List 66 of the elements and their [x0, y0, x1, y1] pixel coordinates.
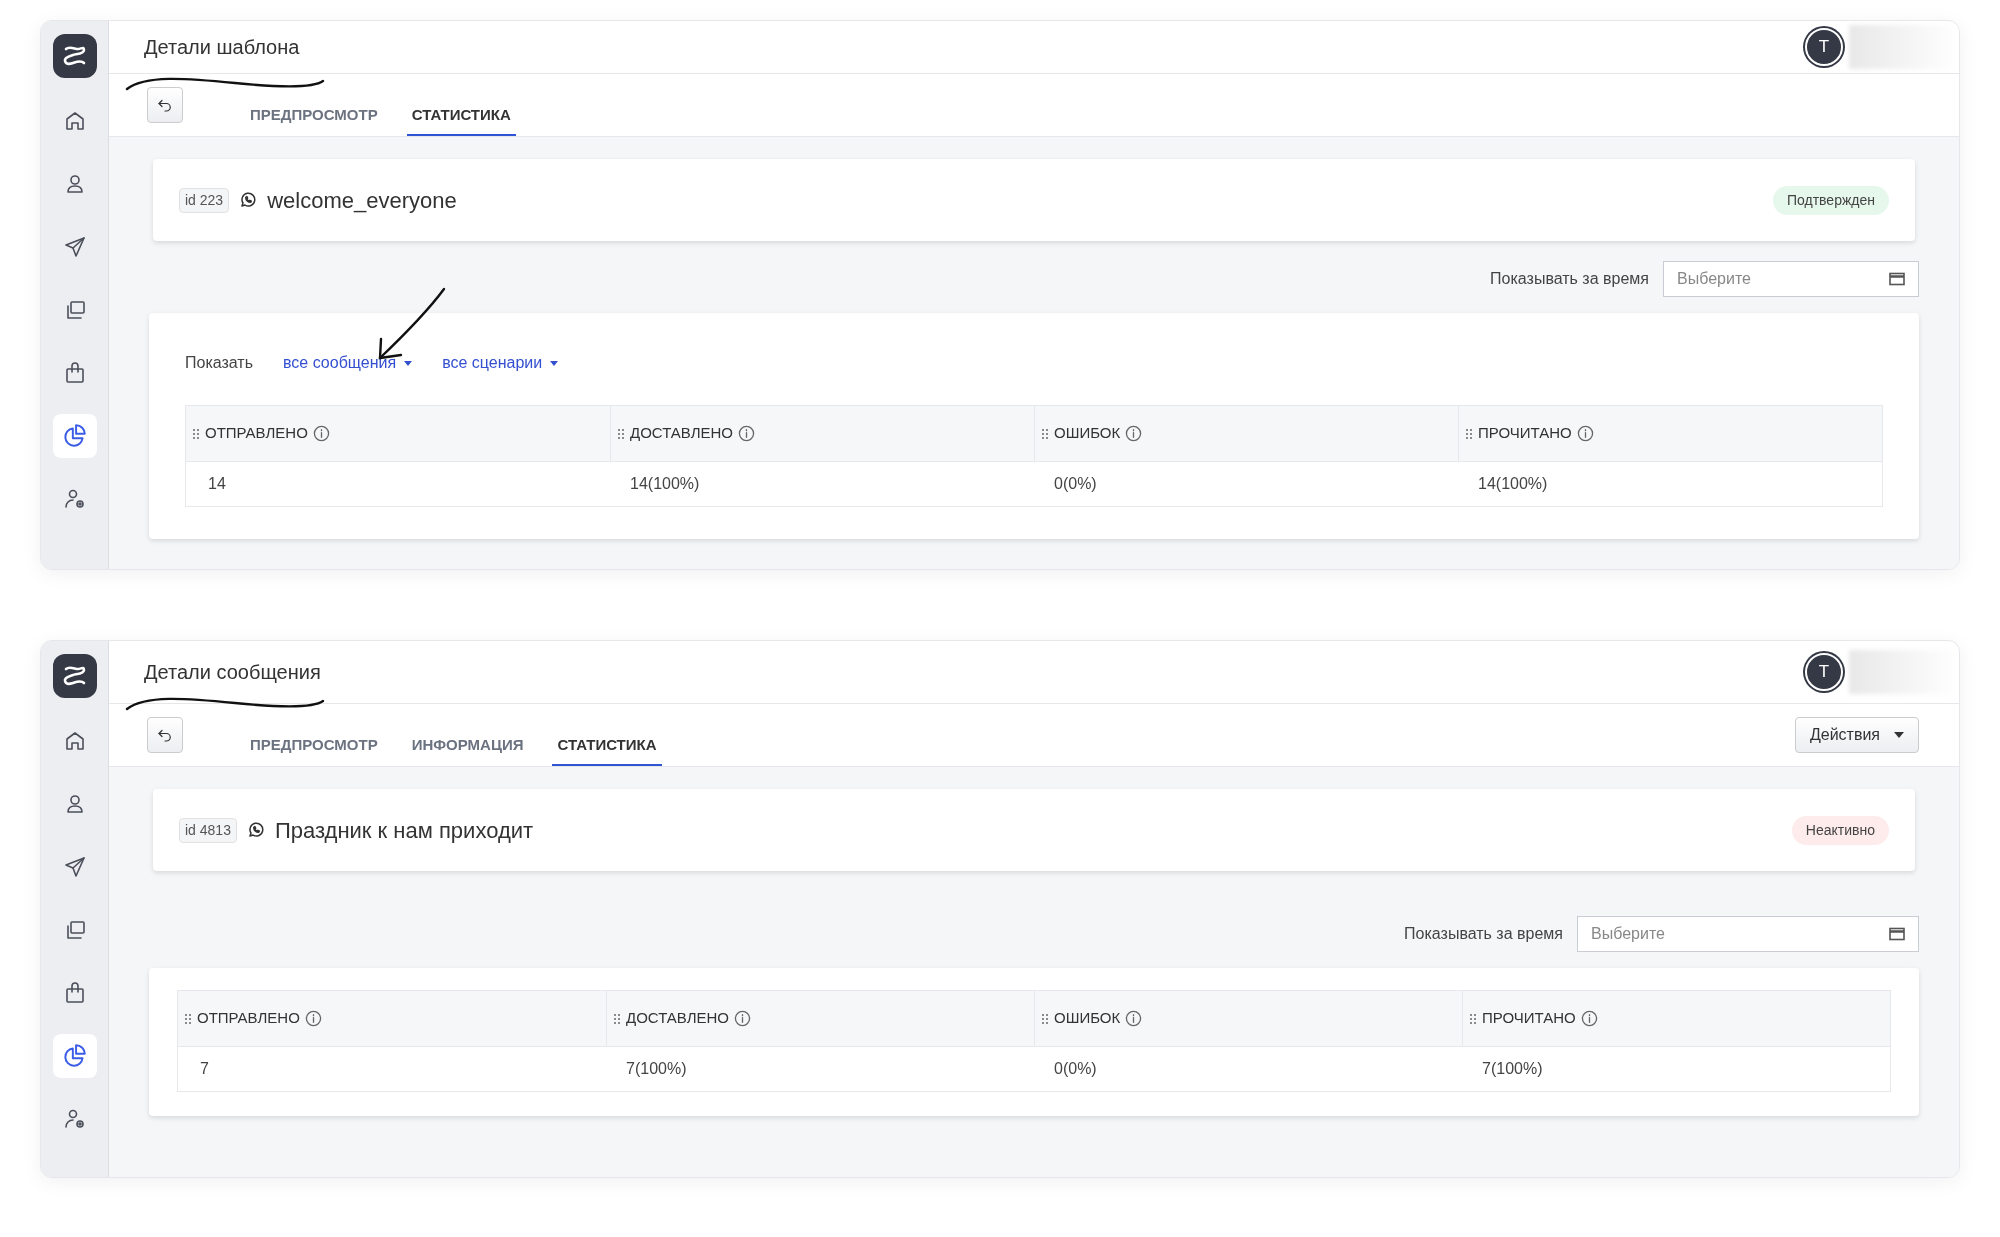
- avatar[interactable]: T: [1805, 653, 1843, 691]
- caret-icon: [1894, 732, 1904, 738]
- info-icon[interactable]: [1576, 425, 1594, 442]
- column-header: ОТПРАВЛЕНО: [197, 1008, 300, 1029]
- drag-handle-icon[interactable]: [617, 427, 625, 440]
- calendar-icon: [1889, 927, 1905, 941]
- drag-handle-icon[interactable]: [613, 1012, 621, 1025]
- page-title: Детали сообщения: [144, 660, 321, 685]
- id-tag: id 223: [179, 187, 230, 213]
- avatar[interactable]: T: [1805, 28, 1843, 66]
- page-title: Детали шаблона: [144, 35, 300, 60]
- tab[interactable]: ПРЕДПРОСМОТР: [245, 726, 383, 766]
- calendar-icon: [1889, 272, 1905, 286]
- tab[interactable]: ПРЕДПРОСМОТР: [245, 96, 383, 136]
- whatsapp-icon: [246, 821, 265, 839]
- id-tag: id 4813: [179, 817, 237, 843]
- actions-button[interactable]: Действия: [1794, 717, 1919, 753]
- table-cell-text: 7(100%): [1482, 1059, 1543, 1079]
- back-button[interactable]: [147, 717, 183, 753]
- column-header: ПРОЧИТАНО: [1482, 1008, 1576, 1029]
- logo-icon[interactable]: [52, 654, 97, 698]
- drag-handle-icon[interactable]: [1041, 1012, 1049, 1025]
- pie-chart-icon[interactable]: [52, 1034, 97, 1078]
- caret-icon: [550, 360, 559, 366]
- column-header: ОШИБОК: [1054, 423, 1121, 444]
- column-header: ДОСТАВЛЕНО: [626, 1008, 729, 1029]
- table-cell-text: 14(100%): [1478, 474, 1548, 494]
- status-badge: Подтвержден: [1772, 185, 1889, 215]
- date-field[interactable]: Выберите: [1663, 261, 1919, 297]
- info-icon[interactable]: [1580, 1010, 1598, 1027]
- table-cell-text: 0(0%): [1054, 474, 1097, 494]
- drag-handle-icon[interactable]: [192, 427, 200, 440]
- logo-icon[interactable]: [52, 34, 97, 78]
- table-cell-text: 14: [208, 474, 226, 494]
- record-name: welcome_everyone: [267, 186, 457, 215]
- period-label: Показывать за время: [1404, 924, 1563, 944]
- drag-handle-icon[interactable]: [1469, 1012, 1477, 1025]
- date-field[interactable]: Выберите: [1577, 916, 1919, 952]
- table-cell-text: 7: [200, 1059, 209, 1079]
- info-icon[interactable]: [1125, 425, 1143, 442]
- filter-dropdown[interactable]: все сообщения: [283, 351, 413, 375]
- column-header: ПРОЧИТАНО: [1478, 423, 1572, 444]
- info-icon[interactable]: [312, 425, 330, 442]
- info-icon[interactable]: [1125, 1010, 1143, 1027]
- filter-dropdown[interactable]: все сценарии: [442, 351, 559, 375]
- info-icon[interactable]: [738, 425, 755, 442]
- table-cell-text: 0(0%): [1054, 1059, 1097, 1079]
- column-header: ОШИБОК: [1054, 1008, 1121, 1029]
- drag-handle-icon[interactable]: [1041, 427, 1049, 440]
- drag-handle-icon[interactable]: [1465, 427, 1473, 440]
- tab[interactable]: ИНФОРМАЦИЯ: [406, 726, 529, 766]
- caret-icon: [404, 360, 413, 366]
- table-cell-text: 14(100%): [630, 474, 700, 494]
- info-icon[interactable]: [304, 1010, 322, 1027]
- filter-label: Показать: [185, 353, 253, 373]
- back-button[interactable]: [147, 87, 183, 123]
- column-header: ОТПРАВЛЕНО: [205, 423, 308, 444]
- table-cell-text: 7(100%): [626, 1059, 687, 1079]
- period-label: Показывать за время: [1490, 269, 1649, 289]
- whatsapp-icon: [239, 191, 258, 209]
- status-badge: Неактивно: [1791, 815, 1889, 845]
- info-icon[interactable]: [734, 1010, 751, 1027]
- drag-handle-icon[interactable]: [184, 1012, 192, 1025]
- pie-chart-icon[interactable]: [52, 414, 97, 458]
- record-name: Праздник к нам приходит: [274, 816, 534, 845]
- column-header: ДОСТАВЛЕНО: [630, 423, 733, 444]
